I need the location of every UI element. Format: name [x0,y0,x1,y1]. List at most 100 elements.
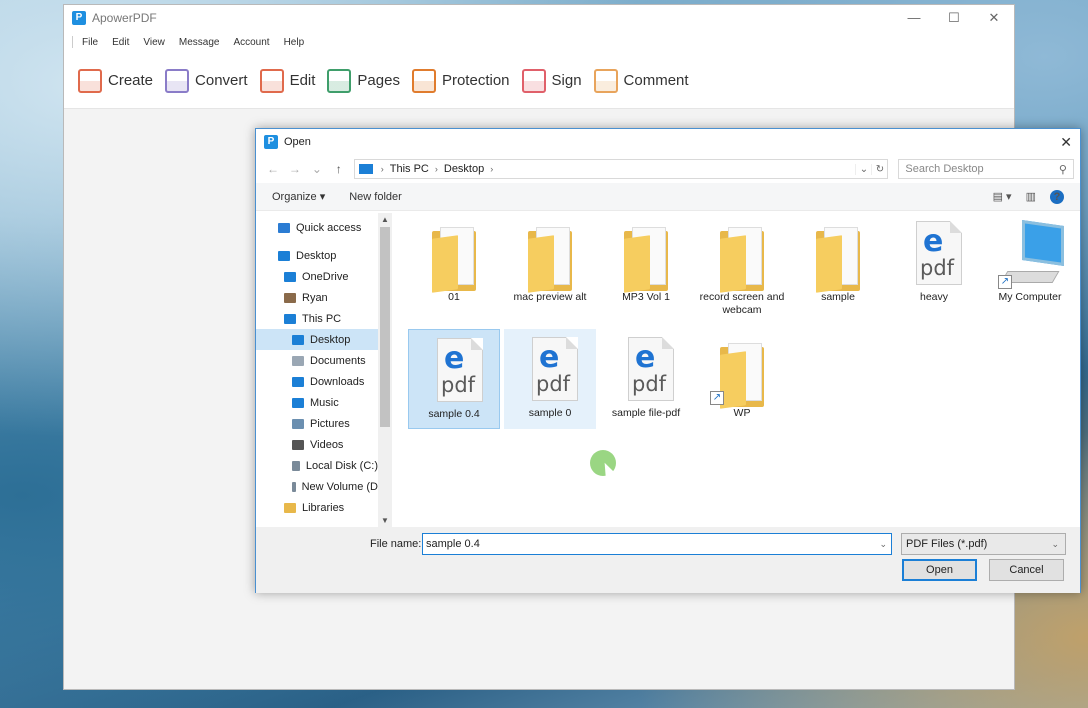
dialog-close-icon[interactable]: ✕ [1060,134,1072,151]
disk-icon [292,481,296,492]
menu-help[interactable]: Help [284,37,305,48]
pdf-file-icon: e pdf [618,337,674,407]
scroll-thumb[interactable] [380,227,390,427]
shield-icon [411,68,436,93]
nav-item-local-disk-c[interactable]: Local Disk (C:) [256,455,378,476]
pen-icon [521,68,546,93]
new-folder-button[interactable]: New folder [349,191,402,203]
file-item[interactable]: mac preview alt [504,213,596,313]
scroll-down-icon[interactable]: ▼ [378,516,392,525]
nav-item-label: Quick access [296,221,362,234]
close-icon[interactable]: ✕ [974,10,1014,26]
file-name: record screen and webcam [699,291,785,316]
toolbar-sign-button[interactable]: Sign [521,68,582,93]
file-name: sample 0.4 [428,408,480,420]
folder-icon [810,221,866,293]
forward-arrow-icon[interactable]: → [284,162,306,176]
organize-button[interactable]: Organize ▾ [272,190,325,203]
address-row: ← → ⌄ ↑ › This PC › Desktop › ⌄ ↻ Search… [256,155,1080,183]
dialog-title: Open [284,136,311,148]
address-bar[interactable]: › This PC › Desktop › ⌄ ↻ [353,159,889,179]
app-title: ApowerPDF [92,11,157,25]
toolbar-create-button[interactable]: Create [78,68,153,93]
nav-item-pictures[interactable]: Pictures [256,413,378,434]
nav-item-downloads[interactable]: Downloads [256,371,378,392]
file-item[interactable]: MP3 Vol 1 [600,213,692,313]
file-type-select[interactable]: PDF Files (*.pdf) ⌄ [901,533,1066,555]
toolbar-convert-button[interactable]: Convert [165,68,248,93]
search-input[interactable]: Search Desktop ⚲ [898,159,1074,179]
nav-item-label: Documents [310,354,366,367]
nav-item-music[interactable]: Music [256,392,378,413]
nav-item-documents[interactable]: Documents [256,350,378,371]
main-toolbar: Create Convert Edit Pages Protection Sign Comm… [64,53,1014,109]
toolbar-edit-button[interactable]: Edit [259,68,315,93]
file-item[interactable]: ↗ My Computer [984,213,1076,313]
nav-item-this-pc[interactable]: This PC [256,308,378,329]
cancel-button[interactable]: Cancel [989,559,1064,581]
open-dialog: P Open ✕ ← → ⌄ ↑ › This PC › Desktop › ⌄… [255,128,1081,593]
file-name: WP [733,407,751,419]
breadcrumb-desktop[interactable]: Desktop [444,163,484,175]
file-name: MP3 Vol 1 [622,291,670,303]
comment-icon [593,68,618,93]
menu-edit[interactable]: Edit [112,37,129,48]
file-item[interactable]: e pdf sample file-pdf [600,329,692,429]
view-options-icon[interactable]: ▤ ▾ [993,190,1012,203]
nav-item-ryan[interactable]: Ryan [256,287,378,308]
scroll-up-icon[interactable]: ▲ [378,215,392,224]
folder-icon: ↗ [710,337,770,409]
file-item[interactable]: e pdf sample 0.4 [408,329,500,429]
nav-item-label: Local Disk (C:) [305,459,378,472]
dialog-footer: File name: sample 0.4 ⌄ PDF Files (*.pdf… [256,527,1080,593]
menu-message[interactable]: Message [179,37,220,48]
minimize-icon[interactable]: — [894,10,934,26]
shortcut-arrow-icon: ↗ [710,391,724,405]
chevron-down-icon[interactable]: ⌄ [879,534,887,554]
search-placeholder: Search Desktop [905,163,984,175]
file-name: sample file-pdf [611,407,681,419]
address-dropdown-icon[interactable]: ⌄ [855,163,871,175]
create-icon [78,68,102,93]
nav-item-libraries[interactable]: Libraries [256,497,378,518]
preview-pane-icon[interactable]: ▥ [1026,190,1036,203]
maximize-icon[interactable]: ☐ [934,10,974,26]
open-button[interactable]: Open [902,559,977,581]
toolbar-protection-button[interactable]: Protection [411,68,510,93]
back-arrow-icon[interactable]: ← [262,162,284,176]
nav-item-desktop[interactable]: Desktop [256,245,378,266]
nav-item-quick-access[interactable]: Quick access [256,217,378,238]
file-type-value: PDF Files (*.pdf) [906,538,988,550]
toolbar-pages-button[interactable]: Pages [327,68,400,93]
nav-item-new-volume-d[interactable]: New Volume (D [256,476,378,497]
file-item[interactable]: e pdf sample 0 [504,329,596,429]
desktop-icon [278,250,290,261]
file-name: sample 0 [528,407,572,419]
nav-item-desktop[interactable]: Desktop [256,329,378,350]
nav-item-onedrive[interactable]: OneDrive [256,266,378,287]
menu-view[interactable]: View [143,37,165,48]
file-item[interactable]: record screen and webcam [696,213,788,316]
nav-item-label: New Volume (D [301,480,378,493]
nav-item-label: This PC [302,312,342,325]
nav-item-videos[interactable]: Videos [256,434,378,455]
help-icon[interactable]: ? [1050,189,1064,204]
pdf-file-icon: e pdf [906,221,962,291]
menu-file[interactable]: File [82,37,98,48]
menu-account[interactable]: Account [233,37,269,48]
toolbar-label: Sign [551,72,582,89]
refresh-icon[interactable]: ↻ [871,163,887,175]
breadcrumb-this-pc[interactable]: This PC [390,163,429,175]
file-item[interactable]: 01 [408,213,500,313]
file-name-value: sample 0.4 [426,538,480,550]
file-item[interactable]: sample [792,213,884,313]
nav-scrollbar[interactable]: ▲ ▼ [378,213,392,527]
file-item[interactable]: e pdf heavy [888,213,980,313]
pages-icon [327,68,352,93]
file-name-field[interactable]: sample 0.4 ⌄ [422,533,892,555]
toolbar-comment-button[interactable]: Comment [593,68,689,93]
file-item[interactable]: ↗ WP [696,329,788,429]
folder-icon [618,221,674,293]
up-arrow-icon[interactable]: ↑ [328,162,350,176]
recent-locations-icon[interactable]: ⌄ [306,162,328,176]
